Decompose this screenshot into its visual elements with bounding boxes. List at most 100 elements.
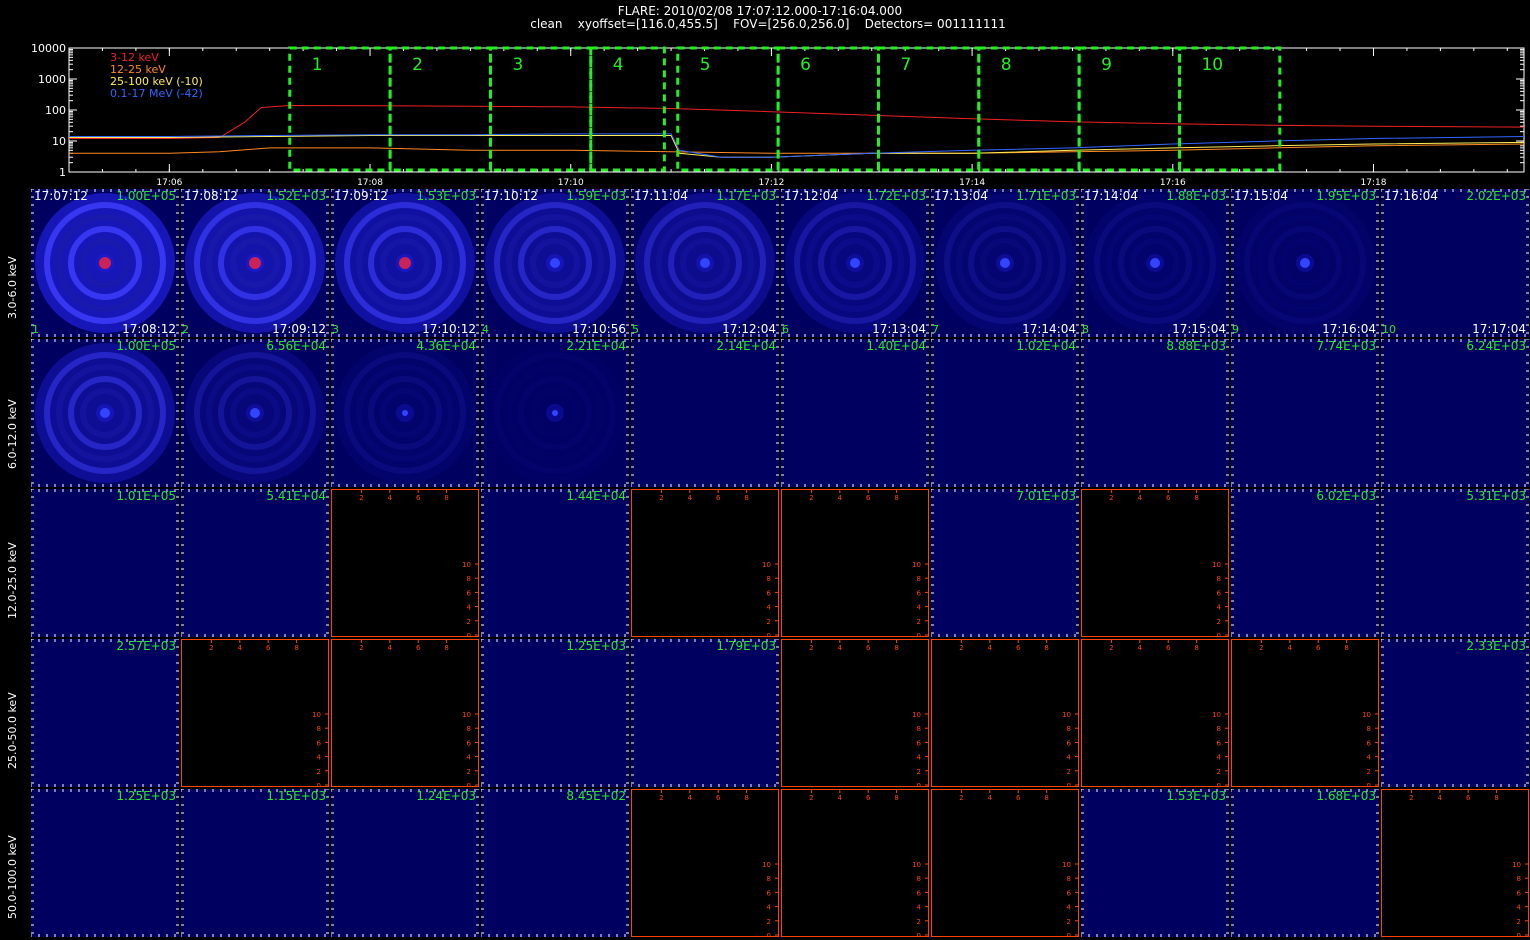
interval-box-3	[488, 46, 593, 172]
y-tick-label: 100	[45, 104, 66, 117]
panel-start-time: 17:07:12	[34, 189, 88, 203]
panel-start-time: 17:12:04	[784, 189, 838, 203]
panel-frame: 0 2 4 6 8 10 2 4 6 8	[931, 789, 1079, 937]
empty-x-tick-label: 8	[1044, 794, 1048, 802]
empty-x-tick-label: 2	[809, 794, 813, 802]
panel-frame	[631, 189, 779, 337]
row-label-2: 6.0-12.0 keV	[6, 399, 19, 469]
panel-frame	[481, 489, 629, 637]
image-panel: 2.14E+04	[631, 339, 779, 487]
empty-y-tick-label: 4	[1217, 754, 1222, 762]
interval-label-6: 6	[800, 55, 811, 75]
image-panel: 1.00E+05 17:07:12 17:08:12 1	[31, 189, 179, 337]
empty-x-tick-label: 8	[744, 494, 748, 502]
source-peak	[850, 258, 860, 268]
panel-frame	[1081, 189, 1229, 337]
empty-y-tick-label: 2	[767, 918, 771, 926]
empty-x-tick-label: 2	[809, 644, 813, 652]
empty-x-tick-label: 4	[838, 494, 843, 502]
empty-x-tick-label: 6	[866, 644, 871, 652]
panel-max-value: 2.33E+03	[1466, 639, 1526, 653]
empty-x-tick-label: 8	[1044, 644, 1048, 652]
empty-x-tick-label: 6	[416, 494, 421, 502]
x-tick-label: 17:08	[357, 178, 383, 188]
panel-frame	[181, 489, 329, 637]
panel-frame	[181, 789, 329, 937]
panel-max-value: 1.79E+03	[716, 639, 776, 653]
image-panel: 4.36E+04	[331, 339, 479, 487]
empty-y-tick-label: 6	[1067, 889, 1072, 897]
empty-axis-frame	[931, 639, 1079, 787]
empty-x-tick-label: 8	[444, 644, 448, 652]
panel-frame	[181, 339, 329, 487]
empty-x-tick-label: 6	[1466, 794, 1471, 802]
empty-y-tick-label: 6	[467, 739, 472, 747]
panel-frame	[1231, 339, 1379, 487]
x-tick-label: 17:16	[1160, 178, 1186, 188]
empty-y-tick-label: 4	[1067, 754, 1072, 762]
empty-axis-frame	[631, 789, 779, 937]
image-panel: 1.71E+03 17:13:04 17:14:04 7	[931, 189, 1079, 337]
image-panel: 1.95E+03 17:15:04 17:16:04 9	[1231, 189, 1379, 337]
empty-x-tick-label: 4	[1288, 644, 1293, 652]
row-label-1: 3.0-6.0 keV	[6, 256, 19, 319]
panel-max-value: 1.44E+04	[566, 489, 626, 503]
empty-y-tick-label: 8	[917, 575, 921, 583]
panel-start-time: 17:14:04	[1084, 189, 1138, 203]
empty-y-tick-label: 0	[767, 632, 771, 637]
image-panel: 7.74E+03	[1231, 339, 1379, 487]
panel-end-time: 17:10:56	[572, 322, 626, 336]
empty-x-tick-label: 2	[359, 494, 363, 502]
panel-frame: 0 2 4 6 8 10 2 4 6 8	[781, 639, 929, 787]
image-panel: 6.02E+03	[1231, 489, 1379, 637]
panel-frame: 0 2 4 6 8 10 2 4 6 8	[781, 789, 929, 937]
empty-y-tick-label: 10	[1062, 711, 1071, 719]
empty-x-tick-label: 8	[1494, 794, 1498, 802]
panel-frame	[1381, 189, 1529, 337]
panel-frame: 0 2 4 6 8 10 2 4 6 8	[1081, 639, 1229, 787]
panel-frame	[931, 489, 1079, 637]
panel-index: 9	[1232, 323, 1239, 336]
empty-x-tick-label: 2	[359, 644, 363, 652]
empty-axis-frame	[1081, 639, 1229, 787]
image-panel: 1.24E+03	[331, 789, 479, 937]
panel-start-time: 17:13:04	[934, 189, 988, 203]
panel-max-value: 1.02E+04	[1016, 339, 1076, 353]
source-peak	[250, 408, 260, 418]
empty-x-tick-label: 4	[1138, 644, 1143, 652]
panel-start-time: 17:08:12	[184, 189, 238, 203]
panel-max-value: 1.59E+03	[566, 189, 626, 203]
empty-x-tick-label: 8	[894, 644, 898, 652]
empty-y-tick-label: 4	[917, 904, 922, 912]
empty-x-tick-label: 8	[294, 644, 298, 652]
panel-frame	[781, 339, 929, 487]
panel-max-value: 1.25E+03	[116, 789, 176, 803]
panel-frame	[1231, 489, 1379, 637]
empty-x-tick-label: 6	[266, 644, 271, 652]
empty-y-tick-label: 8	[767, 575, 771, 583]
empty-y-tick-label: 2	[1217, 618, 1221, 626]
panel-frame	[481, 339, 629, 487]
empty-panel: 0 2 4 6 8 10 2 4 6 8	[781, 639, 929, 787]
empty-y-tick-label: 4	[767, 604, 772, 612]
lightcurve-chart: 1 10 100 1000 10000 17:06 17:08 17:10 17:12 17:14…	[31, 42, 1525, 188]
panel-end-time: 17:12:04	[722, 322, 776, 336]
panel-index: 4	[482, 323, 489, 336]
panel-frame	[1381, 489, 1529, 637]
panel-max-value: 2.21E+04	[566, 339, 626, 353]
empty-x-tick-label: 8	[1194, 494, 1198, 502]
empty-y-tick-label: 8	[767, 875, 771, 883]
y-tick-label: 1000	[38, 73, 66, 86]
empty-axis-frame	[181, 639, 329, 787]
panel-frame	[181, 189, 329, 337]
empty-x-tick-label: 6	[866, 794, 871, 802]
empty-y-tick-label: 10	[912, 561, 921, 569]
image-panel: 1.53E+03 17:09:12 17:10:12 3	[331, 189, 479, 337]
empty-panel: 0 2 4 6 8 10 2 4 6 8	[781, 489, 929, 637]
panel-frame: 0 2 4 6 8 10 2 4 6 8	[1381, 789, 1529, 937]
panel-frame: 0 2 4 6 8 10 2 4 6 8	[781, 489, 929, 637]
panel-frame	[481, 789, 629, 937]
empty-x-tick-label: 4	[688, 794, 693, 802]
panel-index: 7	[932, 323, 939, 336]
empty-axis-frame	[781, 489, 929, 637]
